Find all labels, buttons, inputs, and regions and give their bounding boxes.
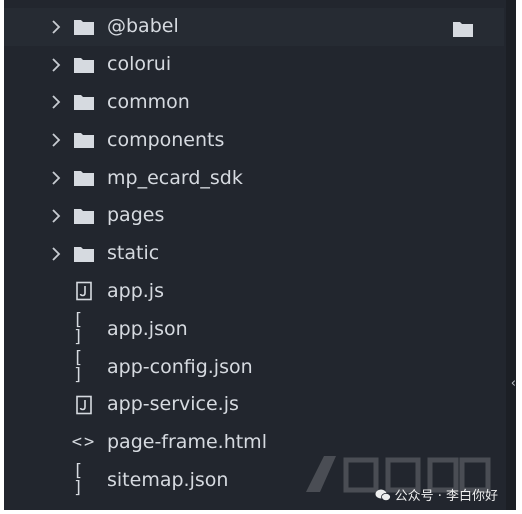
- tree-item-app-js[interactable]: app.js: [4, 273, 504, 311]
- folder-icon: [73, 55, 95, 75]
- tree-item-static[interactable]: static: [4, 235, 504, 273]
- tree-item-mp-ecard-sdk[interactable]: mp_ecard_sdk: [4, 159, 504, 197]
- tree-item-babel[interactable]: @babel: [4, 8, 504, 46]
- panel-divider[interactable]: [506, 0, 516, 510]
- wechat-icon: [375, 489, 391, 501]
- folder-icon: [73, 168, 95, 188]
- file-tree: @babel colorui common components mp_ecar…: [4, 8, 504, 499]
- tree-item-pages[interactable]: pages: [4, 197, 504, 235]
- chevron-right-icon[interactable]: [50, 132, 62, 148]
- folder-icon: [73, 130, 95, 150]
- tree-item-label: mp_ecard_sdk: [107, 166, 243, 189]
- new-folder-icon[interactable]: [452, 20, 474, 38]
- tree-item-label: colorui: [107, 53, 172, 76]
- tree-item-app-json[interactable]: [ ] app.json: [4, 310, 504, 348]
- chevron-right-icon[interactable]: [50, 170, 62, 186]
- js-file-icon: [73, 281, 95, 301]
- file-explorer-panel: @babel colorui common components mp_ecar…: [4, 0, 516, 510]
- folder-icon: [73, 92, 95, 112]
- tree-item-label: page-frame.html: [107, 431, 267, 454]
- chevron-right-icon[interactable]: [50, 19, 62, 35]
- folder-icon: [73, 206, 95, 226]
- tree-item-label: static: [107, 242, 160, 265]
- chevron-right-icon[interactable]: [50, 246, 62, 262]
- js-file-icon: [73, 395, 95, 415]
- collapse-caret-icon[interactable]: ‹: [511, 376, 516, 391]
- json-file-icon: [ ]: [73, 461, 86, 499]
- tree-item-colorui[interactable]: colorui: [4, 46, 504, 84]
- tree-item-common[interactable]: common: [4, 84, 504, 122]
- folder-icon: [73, 244, 95, 264]
- folder-icon: [73, 17, 95, 37]
- tree-item-label: common: [107, 90, 190, 113]
- tree-item-label: pages: [107, 204, 165, 227]
- watermark: 公众号 · 李白你好: [375, 485, 498, 504]
- tree-item-components[interactable]: components: [4, 121, 504, 159]
- tree-item-label: app-service.js: [107, 393, 239, 416]
- json-file-icon: [ ]: [73, 348, 86, 386]
- tree-item-app-service-js[interactable]: app-service.js: [4, 386, 504, 424]
- tree-item-label: app-config.json: [107, 355, 253, 378]
- html-file-icon: <>: [71, 432, 97, 453]
- tree-item-label: app.json: [107, 317, 188, 340]
- tree-item-label: components: [107, 128, 225, 151]
- chevron-right-icon[interactable]: [50, 208, 62, 224]
- tree-item-label: @babel: [107, 15, 179, 38]
- tree-item-app-config-json[interactable]: [ ] app-config.json: [4, 348, 504, 386]
- tree-item-label: sitemap.json: [107, 468, 229, 491]
- tree-item-label: app.js: [107, 279, 164, 302]
- watermark-text: 公众号 · 李白你好: [394, 489, 498, 504]
- chevron-right-icon[interactable]: [50, 57, 62, 73]
- chevron-right-icon[interactable]: [50, 94, 62, 110]
- json-file-icon: [ ]: [73, 310, 86, 348]
